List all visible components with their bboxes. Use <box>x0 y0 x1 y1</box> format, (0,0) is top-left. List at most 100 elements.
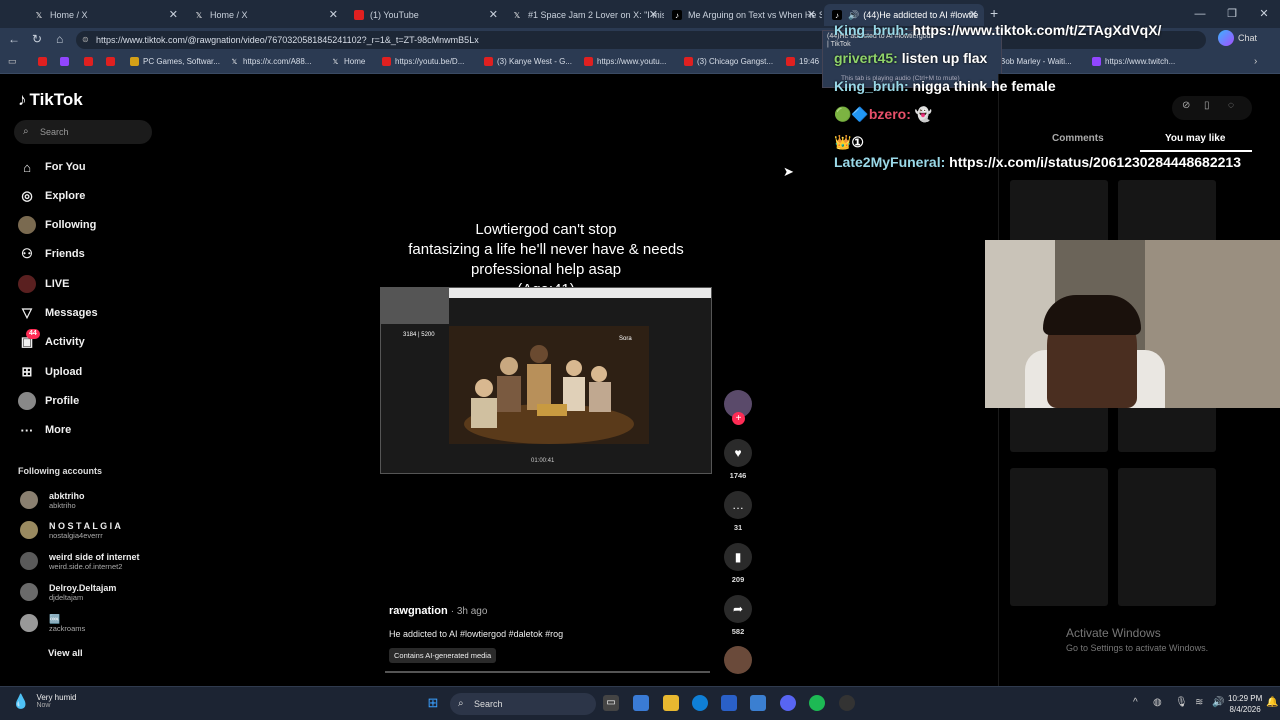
share-button[interactable]: ➦ 582 <box>724 595 752 636</box>
store-icon[interactable] <box>721 695 737 711</box>
bookmark-item[interactable]: 19:46 <box>786 57 819 66</box>
nav-following[interactable]: Following <box>18 214 96 236</box>
bookmark-item[interactable] <box>60 57 73 66</box>
bookmark-item[interactable]: https://youtu.be/D... <box>382 57 464 66</box>
copilot-app-icon[interactable] <box>633 695 649 711</box>
live-icon <box>18 275 36 293</box>
wifi-icon[interactable]: ≋ <box>1195 697 1203 708</box>
taskbar-search[interactable]: ⌕ Search <box>450 693 596 715</box>
video-dinner-scene <box>449 326 649 444</box>
nav-explore[interactable]: ◎ Explore <box>18 185 85 207</box>
following-account[interactable]: abktriho abktriho <box>20 487 85 513</box>
minimize-icon[interactable]: — <box>1184 0 1216 28</box>
close-tab-icon[interactable]: ✕ <box>489 8 498 21</box>
streamer-webcam <box>985 240 1280 408</box>
volume-icon[interactable]: 🔊 <box>1212 697 1224 708</box>
bookmark-item[interactable]: 𝕏 Home <box>331 57 366 66</box>
save-button[interactable]: ▮ 209 <box>724 543 752 584</box>
search-input[interactable]: ⌕ Search <box>14 120 152 144</box>
nav-friends[interactable]: ⚇ Friends <box>18 243 85 265</box>
task-view-icon[interactable]: ▭ <box>603 695 619 711</box>
chat-button[interactable]: Chat <box>1238 33 1257 43</box>
window-controls: — ❐ ✕ <box>1184 0 1280 28</box>
comment-button[interactable]: … 31 <box>724 491 752 532</box>
close-tab-icon[interactable]: ✕ <box>329 8 338 21</box>
tab-comments[interactable]: Comments <box>1052 133 1104 144</box>
next-video-avatar[interactable] <box>724 646 752 674</box>
phone-icon[interactable]: ▯ <box>1204 100 1210 111</box>
bookmarks-menu-icon[interactable]: ▭ <box>8 56 17 67</box>
bookmark-item[interactable]: (3) Kanye West - G... <box>484 57 572 66</box>
spotify-icon[interactable] <box>809 695 825 711</box>
browser-tab[interactable]: ♪ Me Arguing on Text vs When He S ✕ <box>664 4 822 26</box>
tray-app-icon[interactable]: ◍ <box>1153 697 1162 708</box>
microphone-icon[interactable]: 🎙 <box>1175 697 1188 708</box>
video-player[interactable]: 3184 | 5200 Sora 01:00:41 <box>380 287 712 474</box>
follow-plus-icon[interactable]: + <box>732 412 745 425</box>
x-logo-icon: 𝕏 <box>231 58 238 66</box>
nav-messages[interactable]: ▽ Messages <box>18 302 98 324</box>
suggested-video-thumb[interactable] <box>1010 468 1108 606</box>
comment-count: 31 <box>733 523 743 532</box>
bookmark-item[interactable]: PC Games, Softwar... <box>130 57 220 66</box>
file-explorer-icon[interactable] <box>663 695 679 711</box>
chat-badges-icon: 🟢🔷 <box>834 106 869 122</box>
crown-badge-icon: 👑① <box>834 134 864 150</box>
compass-icon[interactable]: ⊘ <box>1182 100 1190 111</box>
tab-label: Me Arguing on Text vs When He S <box>688 10 822 20</box>
bookmark-item[interactable]: 𝕏https://x.com/A88... <box>230 57 312 66</box>
nav-more[interactable]: ··· More <box>18 419 72 441</box>
new-tab-icon[interactable]: + <box>990 5 998 21</box>
bookmark-item[interactable] <box>84 57 97 66</box>
following-account[interactable]: N O S T A L G I Anostalgia4everrr <box>20 517 121 543</box>
site-info-icon[interactable]: ⊜ <box>82 31 89 49</box>
close-tab-icon[interactable]: ✕ <box>807 8 816 21</box>
browser-tab[interactable]: 𝕏 Home / X ✕ <box>26 4 184 26</box>
suggested-video-thumb[interactable] <box>1118 468 1216 606</box>
copilot-icon[interactable] <box>1218 30 1234 46</box>
back-icon[interactable]: ← <box>8 32 20 46</box>
bookmark-item[interactable]: Bob Marley - Waiti... <box>1000 57 1072 66</box>
notification-bell-icon[interactable]: 🔔 <box>1266 697 1278 708</box>
taskbar-clock[interactable]: 10:29 PM 8/4/2026 <box>1228 693 1262 715</box>
tiktok-logo[interactable]: ♪ TikTok <box>18 90 83 110</box>
chevron-right-icon[interactable]: › <box>1254 56 1257 67</box>
browser-tab[interactable]: 𝕏 #1 Space Jam 2 Lover on X: "I mis ✕ <box>504 4 664 26</box>
nav-live[interactable]: LIVE <box>18 273 69 295</box>
browser-tab[interactable]: 𝕏 Home / X ✕ <box>186 4 344 26</box>
nav-profile[interactable]: Profile <box>18 390 79 412</box>
weather-widget[interactable]: 💧 Very humid Now <box>12 693 76 710</box>
like-button[interactable]: ♥ 1746 <box>724 439 752 480</box>
bookmark-item[interactable] <box>106 57 119 66</box>
bookmark-item[interactable] <box>38 57 51 66</box>
close-tab-icon[interactable]: ✕ <box>649 8 658 21</box>
bookmark-item[interactable]: https://www.youtu... <box>584 57 666 66</box>
discord-icon[interactable] <box>780 695 796 711</box>
close-window-icon[interactable]: ✕ <box>1248 0 1280 28</box>
close-tab-icon[interactable]: ✕ <box>969 8 978 21</box>
view-all-link[interactable]: View all <box>48 648 83 659</box>
edge-icon[interactable] <box>692 695 708 711</box>
browser-tab[interactable]: (1) YouTube ✕ <box>346 4 504 26</box>
bookmark-item[interactable]: https://www.twitch... <box>1092 57 1175 66</box>
close-tab-icon[interactable]: ✕ <box>169 8 178 21</box>
outlook-icon[interactable] <box>750 695 766 711</box>
refresh-icon[interactable]: ↻ <box>32 32 42 46</box>
tab-you-may-like[interactable]: You may like <box>1165 133 1225 144</box>
ai-generated-label[interactable]: Contains AI-generated media <box>389 648 497 663</box>
nav-upload[interactable]: ⊞ Upload <box>18 361 83 383</box>
humidity-icon: 💧 <box>12 693 30 709</box>
bookmark-item[interactable]: (3) Chicago Gangst... <box>684 57 773 66</box>
video-progress-bar[interactable] <box>385 671 710 673</box>
obs-icon[interactable] <box>839 695 855 711</box>
following-account[interactable]: 🆒 zackroams <box>20 610 85 636</box>
tray-chevron-icon[interactable]: ^ <box>1133 697 1138 708</box>
following-account[interactable]: Delroy.Deltajam djdeltajam <box>20 579 116 605</box>
windows-start-icon[interactable]: ⊞ <box>425 695 441 711</box>
video-author[interactable]: rawgnation · 3h ago <box>389 605 487 617</box>
home-icon[interactable]: ⌂ <box>56 32 63 46</box>
nav-for-you[interactable]: ⌂ For You <box>18 156 85 178</box>
maximize-icon[interactable]: ❐ <box>1216 0 1248 28</box>
nav-activity[interactable]: ▣ 44 Activity <box>18 329 85 353</box>
following-account[interactable]: weird side of internet weird.side.of.inte… <box>20 548 140 574</box>
